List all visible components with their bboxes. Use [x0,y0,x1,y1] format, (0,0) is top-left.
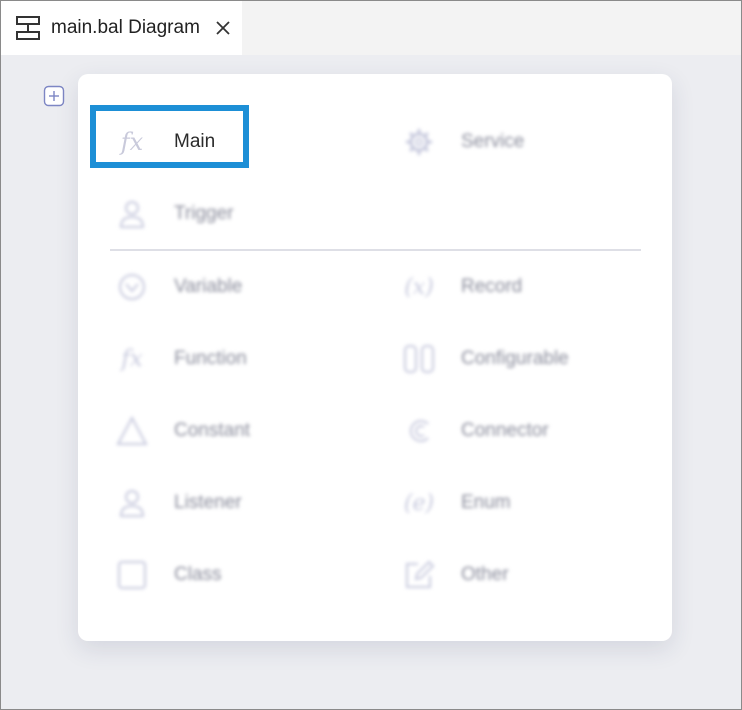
menu-item-enum[interactable]: (e) Enum [402,483,642,523]
menu-item-label: Constant [174,420,251,441]
gear-icon [406,129,432,155]
function-icon: fx [120,128,144,156]
menu-item-label: Configurable [461,348,569,369]
menu-item-main[interactable]: fx Main [115,122,355,162]
menu-item-label: Function [174,348,247,369]
menu-item-other[interactable]: Other [402,555,642,595]
user-icon [119,490,145,517]
menu-item-class[interactable]: Class [115,555,355,595]
menu-item-variable[interactable]: Variable [115,267,355,307]
menu-item-label: Other [461,564,509,585]
tab-main-bal-diagram[interactable]: main.bal Diagram [1,1,242,55]
plus-square-icon[interactable] [43,85,65,107]
menu-item-label: Main [174,131,216,152]
menu-item-label: Trigger [174,203,234,224]
menu-item-constant[interactable]: Constant [115,411,355,451]
menu-item-label: Class [174,564,222,585]
tab-title: main.bal Diagram [51,17,200,38]
triangle-icon [116,415,148,445]
menu-item-trigger[interactable]: Trigger [115,194,355,234]
menu-item-record[interactable]: (x) Record [402,267,642,307]
menu-item-service[interactable]: Service [402,122,642,162]
square-icon [118,561,146,589]
variable-icon [119,274,145,300]
menu-item-label: Enum [461,492,511,513]
function-icon: fx [121,346,143,372]
menu-item-listener[interactable]: Listener [115,483,355,523]
connector-icon [409,420,429,442]
menu-item-function[interactable]: fx Function [115,339,355,379]
close-icon[interactable] [212,17,234,39]
menu-item-label: Service [461,131,525,152]
menu-item-label: Listener [174,492,242,513]
tab-bar: main.bal Diagram [1,1,741,55]
edit-icon [406,560,435,588]
add-construct-menu: fx Main Service Trigger Variable (x) Rec… [78,74,672,641]
menu-item-configurable[interactable]: Configurable [402,339,642,379]
menu-divider [110,249,641,251]
configurable-icon [404,345,434,373]
menu-item-label: Connector [461,420,549,441]
diagram-icon [16,16,40,40]
menu-item-label: Record [461,276,523,297]
menu-item-connector[interactable]: Connector [402,411,642,451]
menu-item-label: Variable [174,276,243,297]
record-icon: (x) [404,274,434,300]
editor-window: main.bal Diagram fx Main Service Trigger… [0,0,742,710]
enum-icon: (e) [403,490,435,516]
user-icon [119,201,145,228]
